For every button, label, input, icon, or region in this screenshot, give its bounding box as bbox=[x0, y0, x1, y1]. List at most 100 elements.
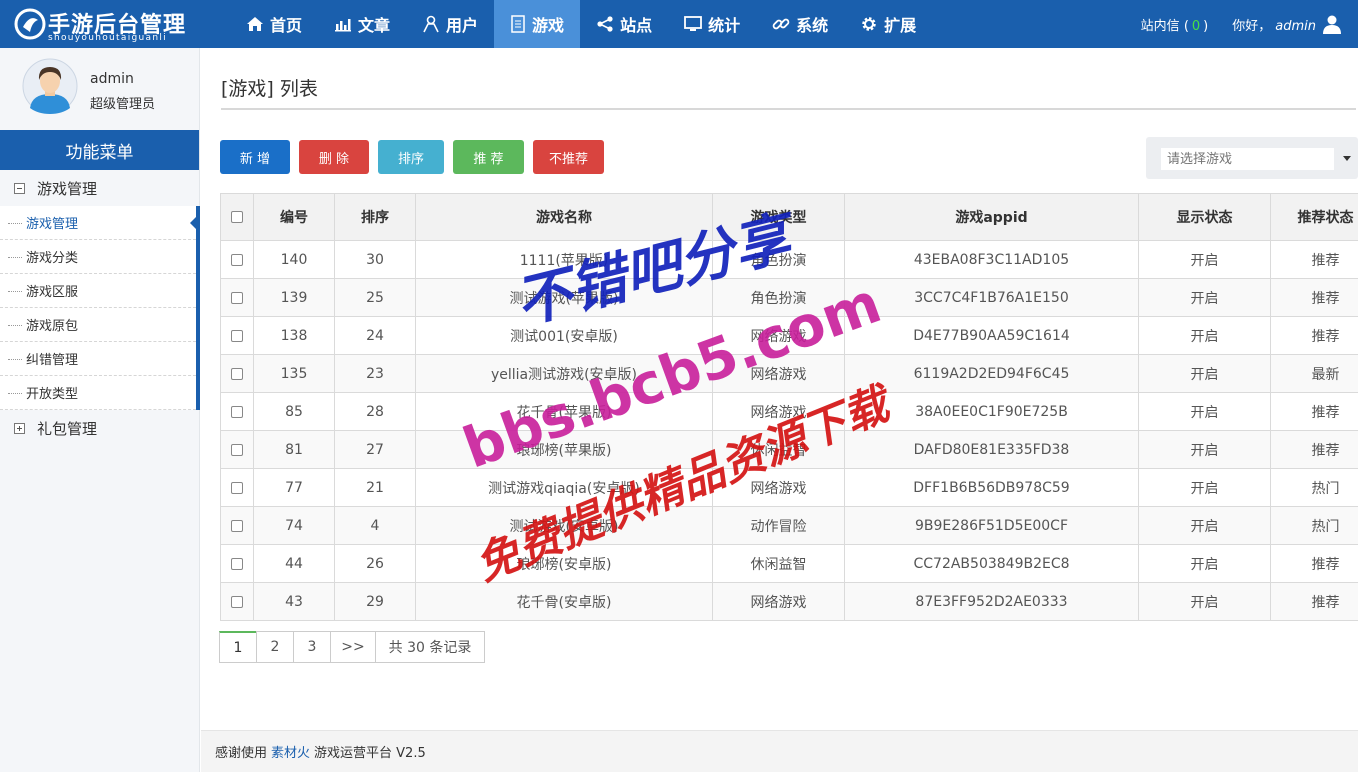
row-checkbox[interactable] bbox=[231, 405, 243, 418]
delete-button[interactable]: 删 除 bbox=[299, 140, 369, 174]
game-select[interactable] bbox=[1146, 137, 1358, 179]
cell-game-name[interactable]: 测试游戏(安卓版) bbox=[415, 506, 713, 545]
row-select-cell[interactable] bbox=[220, 506, 254, 545]
column-header[interactable]: 游戏类型 bbox=[712, 193, 845, 241]
nav-users[interactable]: 用户 bbox=[406, 0, 494, 48]
column-header[interactable]: 显示状态 bbox=[1138, 193, 1271, 241]
add-button[interactable]: 新 增 bbox=[220, 140, 290, 174]
cell-game-name[interactable]: 测试游戏(苹果版) bbox=[415, 278, 713, 317]
cell-game-name[interactable]: 琅琊榜(安卓版) bbox=[415, 544, 713, 583]
column-header[interactable]: 排序 bbox=[334, 193, 416, 241]
nav-home[interactable]: 首页 bbox=[230, 0, 318, 48]
row-checkbox[interactable] bbox=[231, 291, 243, 304]
table-row[interactable]: 74 4 测试游戏(安卓版) 动作冒险 9B9E286F51D5E00CF 开启 热门 bbox=[220, 506, 1358, 545]
avatar bbox=[22, 58, 78, 114]
page-2-button[interactable]: 2 bbox=[256, 631, 294, 663]
row-select-cell[interactable] bbox=[220, 354, 254, 393]
table-row[interactable]: 140 30 1111(苹果版) 角色扮演 43EBA08F3C11AD105 开启 推荐 bbox=[220, 240, 1358, 279]
menu-group-game-management[interactable]: 游戏管理 bbox=[0, 170, 199, 206]
cell-game-type: 角色扮演 bbox=[712, 240, 845, 279]
sidebar-item-game-management[interactable]: 游戏管理 bbox=[0, 206, 200, 240]
next-page-button[interactable]: >> bbox=[330, 631, 376, 663]
row-select-cell[interactable] bbox=[220, 392, 254, 431]
row-select-cell[interactable] bbox=[220, 316, 254, 355]
caret-down-icon[interactable] bbox=[1343, 156, 1351, 161]
table-row[interactable]: 139 25 测试游戏(苹果版) 角色扮演 3CC7C4F1B76A1E150 开启 推荐 bbox=[220, 278, 1358, 317]
row-checkbox[interactable] bbox=[231, 481, 243, 494]
unrecommend-button[interactable]: 不推荐 bbox=[533, 140, 604, 174]
cell-game-name[interactable]: yellia测试游戏(安卓版) bbox=[415, 354, 713, 393]
nav-games[interactable]: 游戏 bbox=[494, 0, 581, 48]
cell-game-type: 网络游戏 bbox=[712, 354, 845, 393]
row-checkbox[interactable] bbox=[231, 443, 243, 456]
cell-game-name[interactable]: 测试游戏qiaqia(安卓版) bbox=[415, 468, 713, 507]
cell-game-type: 网络游戏 bbox=[712, 316, 845, 355]
row-select-cell[interactable] bbox=[220, 468, 254, 507]
nav-sites[interactable]: 站点 bbox=[580, 0, 668, 48]
cell-display-status: 开启 bbox=[1138, 354, 1271, 393]
row-checkbox[interactable] bbox=[231, 557, 243, 570]
table-row[interactable]: 77 21 测试游戏qiaqia(安卓版) 网络游戏 DFF1B6B56DB978C59… bbox=[220, 468, 1358, 507]
row-select-cell[interactable] bbox=[220, 544, 254, 583]
table-row[interactable]: 81 27 琅琊榜(苹果版) 休闲益智 DAFD80E81E335FD38 开启 推荐 bbox=[220, 430, 1358, 469]
cell-game-name[interactable]: 花千骨(安卓版) bbox=[415, 582, 713, 621]
cell-recommend-status: 推荐 bbox=[1270, 544, 1358, 583]
row-select-cell[interactable] bbox=[220, 430, 254, 469]
cell-appid: DFF1B6B56DB978C59 bbox=[844, 468, 1139, 507]
row-checkbox[interactable] bbox=[231, 329, 243, 342]
user-panel: admin 超级管理员 bbox=[0, 48, 199, 130]
footer-link[interactable]: 素材火 bbox=[271, 742, 310, 761]
user-avatar-icon[interactable] bbox=[1322, 14, 1342, 34]
table-row[interactable]: 138 24 测试001(安卓版) 网络游戏 D4E77B90AA59C1614 开启 推荐 bbox=[220, 316, 1358, 355]
game-select-input[interactable] bbox=[1161, 148, 1334, 170]
column-header[interactable]: 推荐状态 bbox=[1270, 193, 1358, 241]
row-checkbox[interactable] bbox=[231, 595, 243, 608]
column-header[interactable]: 游戏名称 bbox=[415, 193, 713, 241]
cell-id: 85 bbox=[253, 392, 335, 431]
page-3-button[interactable]: 3 bbox=[293, 631, 331, 663]
row-checkbox[interactable] bbox=[231, 253, 243, 266]
cell-game-name[interactable]: 1111(苹果版) bbox=[415, 240, 713, 279]
select-all-cell[interactable] bbox=[220, 193, 254, 241]
row-select-cell[interactable] bbox=[220, 582, 254, 621]
cell-game-name[interactable]: 测试001(安卓版) bbox=[415, 316, 713, 355]
nav-extensions[interactable]: 扩展 bbox=[844, 0, 932, 48]
table-row[interactable]: 135 23 yellia测试游戏(安卓版) 网络游戏 6119A2D2ED94F6C4… bbox=[220, 354, 1358, 393]
sidebar-item-game-package[interactable]: 游戏原包 bbox=[0, 308, 196, 342]
menu-group-label: 礼包管理 bbox=[37, 419, 98, 438]
messages-link[interactable]: 站内信 (0) bbox=[1141, 15, 1209, 34]
page-1-button[interactable]: 1 bbox=[219, 631, 257, 663]
select-all-checkbox[interactable] bbox=[231, 211, 243, 223]
sidebar-item-open-type[interactable]: 开放类型 bbox=[0, 376, 196, 410]
sidebar-item-error-report[interactable]: 纠错管理 bbox=[0, 342, 196, 376]
table-row[interactable]: 85 28 花千骨(苹果版) 网络游戏 38A0EE0C1F90E725B 开启 推荐 bbox=[220, 392, 1358, 431]
cell-game-name[interactable]: 花千骨(苹果版) bbox=[415, 392, 713, 431]
footer-prefix: 感谢使用 bbox=[215, 746, 268, 761]
row-select-cell[interactable] bbox=[220, 278, 254, 317]
table-row[interactable]: 43 29 花千骨(安卓版) 网络游戏 87E3FF952D2AE0333 开启 推荐 bbox=[220, 582, 1358, 621]
cell-id: 74 bbox=[253, 506, 335, 545]
nav-system[interactable]: 系统 bbox=[756, 0, 844, 48]
cell-game-type: 角色扮演 bbox=[712, 278, 845, 317]
table-header-row: 编号 排序 游戏名称 游戏类型 游戏appid 显示状态 推荐状态 bbox=[220, 193, 1358, 241]
home-icon bbox=[247, 17, 263, 31]
cell-game-name[interactable]: 琅琊榜(苹果版) bbox=[415, 430, 713, 469]
column-header[interactable]: 游戏appid bbox=[844, 193, 1139, 241]
nav-stats[interactable]: 统计 bbox=[668, 0, 756, 48]
sort-button[interactable]: 排序 bbox=[378, 140, 444, 174]
column-header[interactable]: 编号 bbox=[253, 193, 335, 241]
recommend-button[interactable]: 推 荐 bbox=[453, 140, 524, 174]
row-checkbox[interactable] bbox=[231, 367, 243, 380]
sidebar-item-game-server[interactable]: 游戏区服 bbox=[0, 274, 196, 308]
cell-sort: 26 bbox=[334, 544, 416, 583]
table-row[interactable]: 44 26 琅琊榜(安卓版) 休闲益智 CC72AB503849B2EC8 开启 推荐 bbox=[220, 544, 1358, 583]
nav-articles[interactable]: 文章 bbox=[318, 0, 406, 48]
user-greeting[interactable]: 你好， admin bbox=[1232, 15, 1316, 34]
logo[interactable]: 手游后台管理 shouyouhoutaiguanli bbox=[14, 6, 200, 44]
row-select-cell[interactable] bbox=[220, 240, 254, 279]
row-checkbox[interactable] bbox=[231, 519, 243, 532]
sidebar-item-game-category[interactable]: 游戏分类 bbox=[0, 240, 196, 274]
menu-group-gift-management[interactable]: 礼包管理 bbox=[0, 410, 199, 446]
sidebar-username: admin bbox=[90, 71, 134, 87]
cell-appid: 38A0EE0C1F90E725B bbox=[844, 392, 1139, 431]
